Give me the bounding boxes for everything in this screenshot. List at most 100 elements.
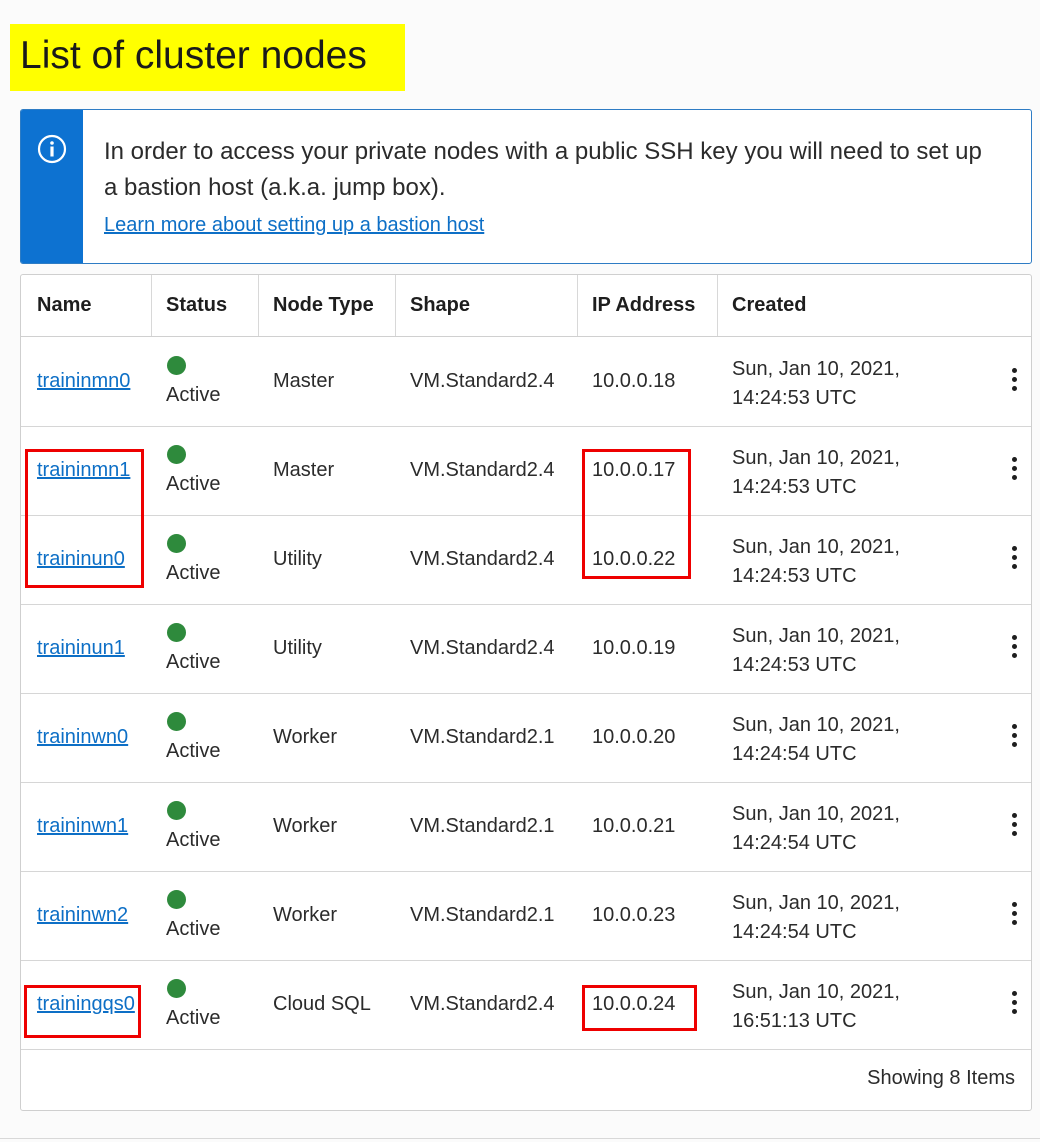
node-name-link[interactable]: traininun0 (37, 548, 125, 571)
bastion-host-link[interactable]: Learn more about setting up a bastion ho… (104, 214, 484, 237)
table-row: traininmn0 Active Master VM.Standard2.4 10.0… (21, 337, 1031, 427)
node-status: Active (166, 829, 221, 851)
node-name-link[interactable]: traininmn1 (37, 459, 130, 482)
node-created: Sun, Jan 10, 2021, 16:51:13 UTC (732, 978, 900, 1036)
table-row: traininwn2 Active Worker VM.Standard2.1 10.0… (21, 871, 1031, 961)
node-type: Worker (273, 726, 338, 748)
node-created: Sun, Jan 10, 2021, 14:24:53 UTC (732, 355, 900, 413)
node-status: Active (166, 740, 221, 762)
cluster-nodes-table: Name Status Node Type Shape IP Address C… (20, 274, 1032, 1111)
column-header-ip-address[interactable]: IP Address (592, 275, 695, 336)
row-actions-kebab-icon[interactable] (1004, 546, 1024, 572)
created-time: 14:24:53 UTC (732, 476, 857, 498)
created-time: 14:24:54 UTC (732, 743, 857, 765)
node-shape: VM.Standard2.4 (410, 548, 555, 570)
node-shape: VM.Standard2.4 (410, 637, 555, 659)
node-status: Active (166, 918, 221, 940)
node-ip-address: 10.0.0.22 (592, 548, 676, 570)
info-banner: In order to access your private nodes wi… (20, 109, 1032, 264)
node-created: Sun, Jan 10, 2021, 14:24:54 UTC (732, 800, 900, 858)
node-created: Sun, Jan 10, 2021, 14:24:54 UTC (732, 711, 900, 769)
node-name-link[interactable]: traininwn2 (37, 904, 128, 927)
node-ip-address: 10.0.0.18 (592, 370, 676, 392)
node-shape: VM.Standard2.1 (410, 815, 555, 837)
column-header-name[interactable]: Name (37, 275, 91, 336)
table-row: traininwn0 Active Worker VM.Standard2.1 10.0… (21, 693, 1031, 783)
node-shape: VM.Standard2.1 (410, 726, 555, 748)
node-shape: VM.Standard2.4 (410, 370, 555, 392)
item-count: Showing 8 Items (867, 1067, 1015, 1089)
node-name-link[interactable]: traininwn1 (37, 815, 128, 838)
node-created: Sun, Jan 10, 2021, 14:24:53 UTC (732, 533, 900, 591)
node-name-link[interactable]: traininwn0 (37, 726, 128, 749)
status-active-icon (167, 712, 186, 731)
info-circle-icon (37, 134, 67, 164)
node-status: Active (166, 473, 221, 495)
node-created: Sun, Jan 10, 2021, 14:24:54 UTC (732, 889, 900, 947)
table-header-row: Name Status Node Type Shape IP Address C… (21, 275, 1031, 337)
table-row: traininun0 Active Utility VM.Standard2.4 10.… (21, 515, 1031, 605)
node-type: Utility (273, 637, 322, 659)
column-header-shape[interactable]: Shape (410, 275, 470, 336)
status-active-icon (167, 801, 186, 820)
node-name-link[interactable]: trainingqs0 (37, 993, 135, 1016)
column-header-node-type[interactable]: Node Type (273, 275, 374, 336)
status-active-icon (167, 979, 186, 998)
row-actions-kebab-icon[interactable] (1004, 368, 1024, 394)
status-active-icon (167, 356, 186, 375)
row-actions-kebab-icon[interactable] (1004, 902, 1024, 928)
node-created: Sun, Jan 10, 2021, 14:24:53 UTC (732, 622, 900, 680)
created-date: Sun, Jan 10, 2021, (732, 892, 900, 914)
row-actions-kebab-icon[interactable] (1004, 991, 1024, 1017)
status-active-icon (167, 890, 186, 909)
node-ip-address: 10.0.0.17 (592, 459, 676, 481)
node-type: Worker (273, 904, 338, 926)
info-banner-stripe (21, 110, 83, 263)
created-date: Sun, Jan 10, 2021, (732, 536, 900, 558)
created-time: 14:24:53 UTC (732, 654, 857, 676)
created-date: Sun, Jan 10, 2021, (732, 981, 900, 1003)
node-shape: VM.Standard2.4 (410, 993, 555, 1015)
column-header-created[interactable]: Created (732, 275, 806, 336)
node-shape: VM.Standard2.1 (410, 904, 555, 926)
row-actions-kebab-icon[interactable] (1004, 813, 1024, 839)
created-date: Sun, Jan 10, 2021, (732, 714, 900, 736)
node-ip-address: 10.0.0.21 (592, 815, 676, 837)
created-date: Sun, Jan 10, 2021, (732, 625, 900, 647)
table-row: traininmn1 Active Master VM.Standard2.4 10.0… (21, 426, 1031, 516)
created-date: Sun, Jan 10, 2021, (732, 447, 900, 469)
node-type: Worker (273, 815, 338, 837)
node-status: Active (166, 651, 221, 673)
table-row: traininun1 Active Utility VM.Standard2.4 10.… (21, 604, 1031, 694)
created-time: 14:24:54 UTC (732, 832, 857, 854)
row-actions-kebab-icon[interactable] (1004, 457, 1024, 483)
created-time: 14:24:53 UTC (732, 387, 857, 409)
node-created: Sun, Jan 10, 2021, 14:24:53 UTC (732, 444, 900, 502)
table-row: trainingqs0 Active Cloud SQL VM.Standard2.4… (21, 960, 1031, 1050)
column-header-status[interactable]: Status (166, 275, 227, 336)
table-row: traininwn1 Active Worker VM.Standard2.1 10.0… (21, 782, 1031, 872)
node-shape: VM.Standard2.4 (410, 459, 555, 481)
created-date: Sun, Jan 10, 2021, (732, 358, 900, 380)
status-active-icon (167, 534, 186, 553)
created-date: Sun, Jan 10, 2021, (732, 803, 900, 825)
node-type: Master (273, 459, 335, 481)
node-status: Active (166, 562, 221, 584)
row-actions-kebab-icon[interactable] (1004, 635, 1024, 661)
node-name-link[interactable]: traininun1 (37, 637, 125, 660)
node-type: Utility (273, 548, 322, 570)
node-status: Active (166, 1007, 221, 1029)
node-ip-address: 10.0.0.19 (592, 637, 676, 659)
page-divider (0, 1138, 1040, 1139)
node-type: Master (273, 370, 335, 392)
created-time: 14:24:53 UTC (732, 565, 857, 587)
status-active-icon (167, 623, 186, 642)
node-status: Active (166, 384, 221, 406)
status-active-icon (167, 445, 186, 464)
node-type: Cloud SQL (273, 993, 371, 1015)
node-name-link[interactable]: traininmn0 (37, 370, 130, 393)
node-ip-address: 10.0.0.20 (592, 726, 676, 748)
info-message: In order to access your private nodes wi… (104, 138, 982, 201)
row-actions-kebab-icon[interactable] (1004, 724, 1024, 750)
node-ip-address: 10.0.0.24 (592, 993, 676, 1015)
